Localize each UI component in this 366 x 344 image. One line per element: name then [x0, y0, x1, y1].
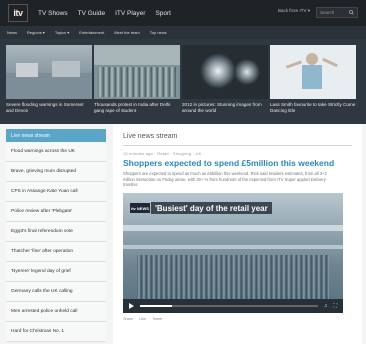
mall-crowd: [137, 255, 329, 300]
sidebar-item[interactable]: Flood warnings across the UK: [6, 142, 106, 162]
sidebar-item[interactable]: Hard for Christmas No. 1: [6, 322, 106, 342]
divider: [123, 145, 352, 146]
section-entertainment[interactable]: Entertainment: [79, 30, 104, 35]
hero-strip: Severe flooding warnings in Somerset and…: [0, 39, 366, 124]
article-headline[interactable]: Shoppers expected to spend £5million thi…: [123, 158, 352, 168]
hero-card[interactable]: Thousands protest in India after Delhi g…: [94, 45, 180, 124]
mall-balcony: [123, 225, 343, 232]
hero-card[interactable]: 2012 in pictures: Stunning images from a…: [182, 45, 268, 124]
play-icon[interactable]: [129, 303, 134, 310]
sidebar-item[interactable]: Germany calls the UK calling: [6, 282, 106, 302]
hero-caption[interactable]: Lass Smith favourite to take Strictly Co…: [270, 102, 356, 113]
search-placeholder: Search: [320, 10, 335, 15]
sidebar-item[interactable]: Men arrested police unheld call: [6, 302, 106, 322]
nav-tv-shows[interactable]: TV Shows: [38, 10, 68, 17]
hero-caption[interactable]: Severe flooding warnings in Somerset and…: [6, 102, 92, 113]
hero-caption[interactable]: 2012 in pictures: Stunning images from a…: [182, 102, 268, 113]
volume-icon[interactable]: ♫: [324, 303, 328, 309]
search-icon[interactable]: [349, 10, 354, 15]
section-top-news[interactable]: Top news: [150, 30, 167, 35]
section-regions[interactable]: Regions ▾: [27, 30, 45, 35]
itv-news-badge: itv NEWS: [130, 203, 150, 214]
top-nav: TV Shows TV Guide ITV Player Sport: [38, 10, 171, 17]
section-meet-team[interactable]: Meet the team: [114, 30, 140, 35]
video-controls: ♫ ⛶: [123, 299, 343, 314]
main-content: Live news stream 15 minutes ago · Retail…: [113, 124, 362, 344]
sidebar-item[interactable]: Egypt's final referendum vote: [6, 222, 106, 242]
stream-title: Live news stream: [123, 133, 178, 140]
video-progress[interactable]: [140, 305, 318, 308]
article-summary: Shoppers are expected to spend as much a…: [123, 171, 328, 188]
nav-itv-player[interactable]: ITV Player: [115, 10, 145, 17]
hero-card[interactable]: Severe flooding warnings in Somerset and…: [6, 45, 92, 124]
section-topics[interactable]: Topics ▾: [55, 30, 69, 35]
fullscreen-icon[interactable]: ⛶: [333, 303, 337, 309]
flood-image[interactable]: [6, 45, 92, 99]
mall-balcony: [123, 245, 343, 250]
search-input[interactable]: Search: [316, 7, 358, 18]
sidebar-item[interactable]: CPS in Assange Kate Yuan call: [6, 182, 106, 202]
video-caption: 'Busiest' day of the retail year: [151, 202, 272, 215]
sidebar-item[interactable]: Thatcher 'fine' after operation: [6, 242, 106, 262]
sidebar-item-live-news-stream[interactable]: Live news stream: [6, 129, 106, 142]
hero-caption[interactable]: Thousands protest in India after Delhi g…: [94, 102, 180, 113]
hero-card[interactable]: Lass Smith favourite to take Strictly Co…: [270, 45, 356, 124]
article-meta: 15 minutes ago · Retail · Shopping · UK: [123, 151, 202, 156]
share-link[interactable]: Share: [123, 317, 133, 321]
dancer-image[interactable]: [270, 45, 356, 99]
account-menu[interactable]: Back from ITV ▾: [278, 8, 310, 14]
sidebar-item[interactable]: Brave, grieving mum disrupted: [6, 162, 106, 182]
like-link[interactable]: Like: [139, 317, 146, 321]
sidebar-item[interactable]: Police review after 'Plebgate': [6, 202, 106, 222]
protest-image[interactable]: [94, 45, 180, 99]
video-player[interactable]: itv NEWS 'Busiest' day of the retail yea…: [123, 193, 343, 314]
section-news[interactable]: News: [7, 30, 17, 35]
nav-tv-guide[interactable]: TV Guide: [78, 10, 105, 17]
sidebar-item[interactable]: 'Nyerere' legend day of grief: [6, 262, 106, 282]
video-progress-fill: [140, 305, 172, 308]
fireworks-image[interactable]: [182, 45, 268, 99]
top-bar: itv TV Shows TV Guide ITV Player Sport B…: [0, 0, 366, 26]
sidebar: Live news stream Flood warnings across t…: [6, 129, 106, 342]
share-bar: Share Like Tweet: [123, 317, 352, 321]
itv-logo[interactable]: itv: [8, 4, 28, 22]
section-nav: News Regions ▾ Topics ▾ Entertainment Me…: [0, 26, 366, 39]
nav-sport[interactable]: Sport: [155, 10, 171, 17]
tweet-link[interactable]: Tweet: [152, 317, 162, 321]
